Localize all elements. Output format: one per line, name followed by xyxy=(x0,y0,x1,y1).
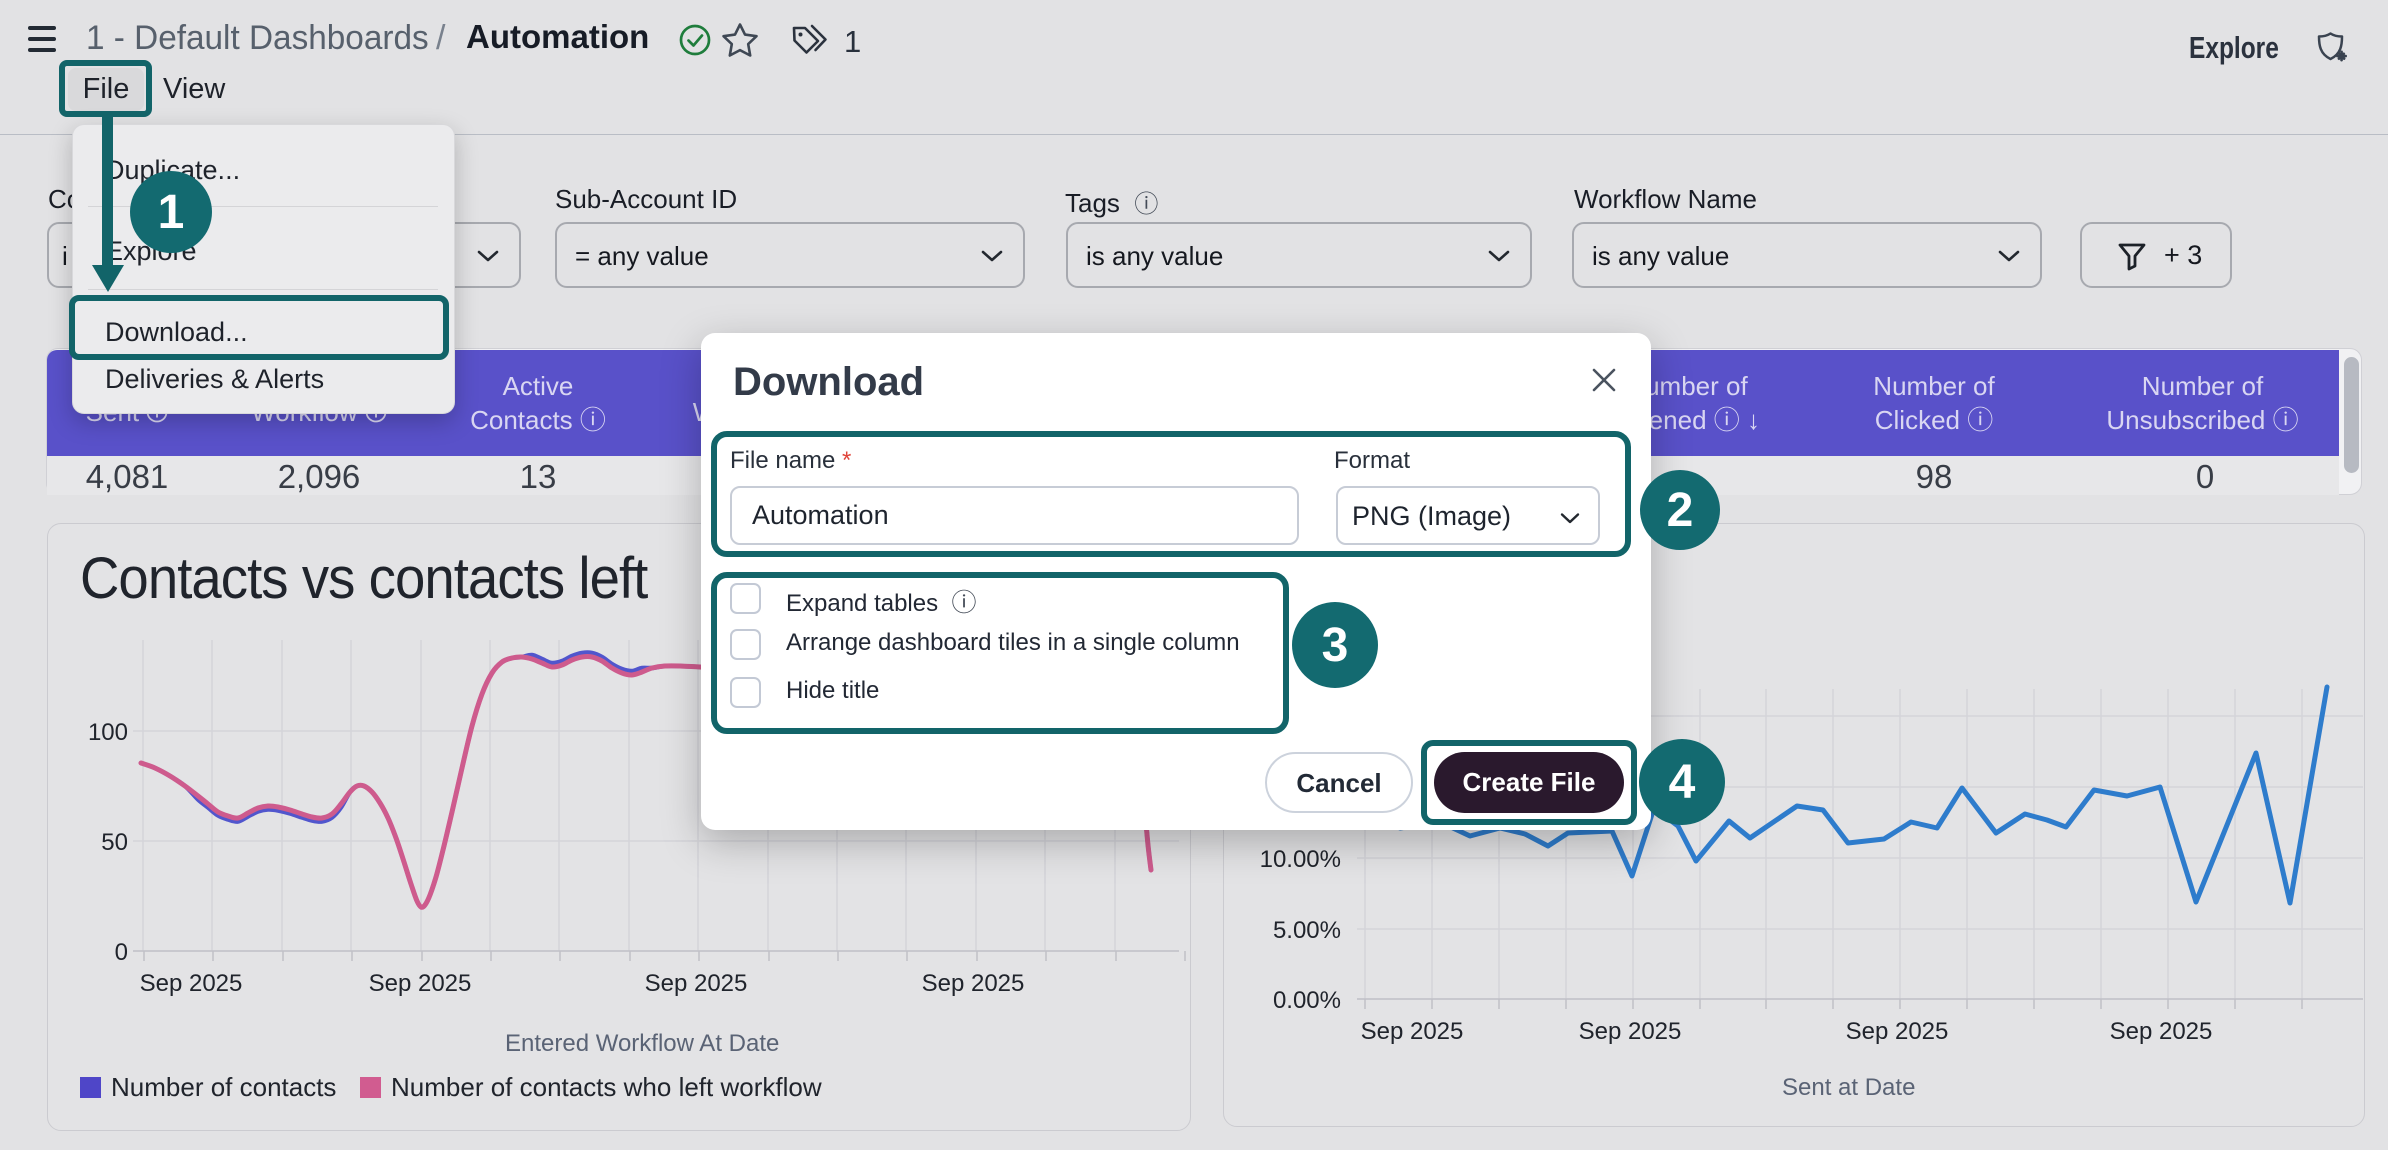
svg-text:10.00%: 10.00% xyxy=(1260,846,1341,873)
svg-text:Sep 2025: Sep 2025 xyxy=(1361,1018,1464,1045)
svg-text:Sep 2025: Sep 2025 xyxy=(922,970,1025,997)
svg-text:Sep 2025: Sep 2025 xyxy=(1846,1018,1949,1045)
svg-text:Sep 2025: Sep 2025 xyxy=(140,970,243,997)
svg-text:Sep 2025: Sep 2025 xyxy=(369,970,472,997)
svg-text:5.00%: 5.00% xyxy=(1273,917,1341,944)
svg-text:Sep 2025: Sep 2025 xyxy=(1579,1018,1682,1045)
svg-text:1: 1 xyxy=(844,24,861,59)
svg-text:0.00%: 0.00% xyxy=(1273,987,1341,1014)
svg-text:0: 0 xyxy=(115,939,128,966)
svg-text:Sep 2025: Sep 2025 xyxy=(645,970,748,997)
svg-text:Sep 2025: Sep 2025 xyxy=(2110,1018,2213,1045)
svg-text:50: 50 xyxy=(101,829,128,856)
svg-text:100: 100 xyxy=(88,719,128,746)
